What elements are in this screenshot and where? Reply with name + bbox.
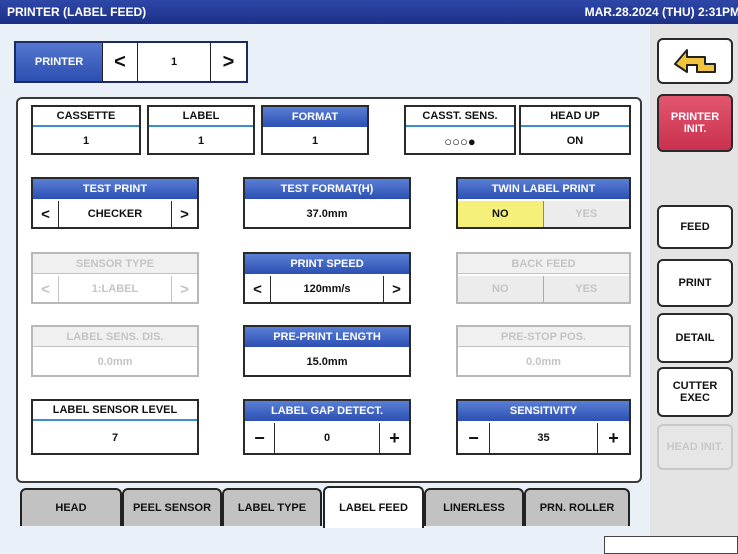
label-sensor-level-header: LABEL SENSOR LEVEL xyxy=(33,401,197,421)
format-value: 1 xyxy=(311,135,319,147)
back-feed-yes-button[interactable]: YES xyxy=(543,276,629,302)
cassette-value: 1 xyxy=(82,135,90,147)
feed-button[interactable]: FEED xyxy=(657,205,733,249)
sensitivity-plus-button[interactable]: + xyxy=(597,423,629,453)
test-format-header: TEST FORMAT(H) xyxy=(245,179,409,199)
tab-label-feed[interactable]: LABEL FEED xyxy=(323,486,424,528)
datetime: MAR.28.2024 (THU) 2:31PM xyxy=(584,5,738,19)
label-gap-plus-button[interactable]: + xyxy=(379,423,409,453)
sensitivity-header: SENSITIVITY xyxy=(458,401,629,421)
tab-linerless[interactable]: LINERLESS xyxy=(424,488,524,526)
sensitivity-field: SENSITIVITY − 35 + xyxy=(456,399,631,455)
print-speed-header: PRINT SPEED xyxy=(245,254,409,274)
pre-stop-pos-field: PRE-STOP POS. 0.0mm xyxy=(456,325,631,377)
back-button[interactable] xyxy=(657,38,733,84)
test-print-field: TEST PRINT < CHECKER > xyxy=(31,177,199,229)
sensitivity-minus-button[interactable]: − xyxy=(458,423,490,453)
back-feed-field: BACK FEED NO YES xyxy=(456,252,631,304)
printer-init-button[interactable]: PRINTER INIT. xyxy=(657,94,733,152)
tab-prn-roller[interactable]: PRN. ROLLER xyxy=(524,488,630,526)
test-format-field[interactable]: TEST FORMAT(H) 37.0mm xyxy=(243,177,411,229)
prev-printer-button[interactable]: < xyxy=(102,43,138,81)
twin-label-print-field: TWIN LABEL PRINT NO YES xyxy=(456,177,631,229)
printer-number: 1 xyxy=(170,56,178,68)
pre-print-length-header: PRE-PRINT LENGTH xyxy=(245,327,409,347)
sensor-type-field: SENSOR TYPE < 1:LABEL > xyxy=(31,252,199,304)
label-gap-detect-field: LABEL GAP DETECT. − 0 + xyxy=(243,399,411,455)
pre-stop-pos-header: PRE-STOP POS. xyxy=(458,327,629,347)
print-speed-value: 120mm/s xyxy=(303,283,351,295)
test-print-header: TEST PRINT xyxy=(33,179,197,199)
label-field: LABEL 1 xyxy=(147,105,255,155)
pre-print-length-value: 15.0mm xyxy=(306,356,348,368)
label-value: 1 xyxy=(197,135,205,147)
label-gap-detect-header: LABEL GAP DETECT. xyxy=(245,401,409,421)
test-print-next-button[interactable]: > xyxy=(171,201,197,227)
print-button[interactable]: PRINT xyxy=(657,259,733,307)
sensor-type-prev-button[interactable]: < xyxy=(33,276,59,302)
casst-sens-field: CASST. SENS. ○○○● xyxy=(404,105,516,155)
pre-print-length-field[interactable]: PRE-PRINT LENGTH 15.0mm xyxy=(243,325,411,377)
print-speed-next-button[interactable]: > xyxy=(383,276,409,302)
tab-label-type[interactable]: LABEL TYPE xyxy=(222,488,322,526)
sensor-type-value: 1:LABEL xyxy=(91,283,139,295)
print-speed-prev-button[interactable]: < xyxy=(245,276,271,302)
title-bar: PRINTER (LABEL FEED) MAR.28.2024 (THU) 2… xyxy=(0,0,738,24)
next-printer-button[interactable]: > xyxy=(210,43,246,81)
printer-label: PRINTER xyxy=(16,43,102,81)
twin-label-no-button[interactable]: NO xyxy=(458,201,544,227)
sensitivity-value: 35 xyxy=(537,432,550,444)
window-title: PRINTER (LABEL FEED) xyxy=(7,5,147,19)
format-header: FORMAT xyxy=(263,107,367,127)
cassette-field: CASSETTE 1 xyxy=(31,105,141,155)
tab-peel-sensor[interactable]: PEEL SENSOR xyxy=(122,488,222,526)
back-feed-header: BACK FEED xyxy=(458,254,629,274)
label-sens-dis-value: 0.0mm xyxy=(97,356,133,368)
label-sensor-level-field[interactable]: LABEL SENSOR LEVEL 7 xyxy=(31,399,199,455)
sensor-type-header: SENSOR TYPE xyxy=(33,254,197,274)
label-sens-dis-header: LABEL SENS. DIS. xyxy=(33,327,197,347)
tab-head[interactable]: HEAD xyxy=(20,488,122,526)
print-speed-field: PRINT SPEED < 120mm/s > xyxy=(243,252,411,304)
sensor-type-next-button[interactable]: > xyxy=(171,276,197,302)
head-init-button[interactable]: HEAD INIT. xyxy=(657,424,733,470)
test-format-value: 37.0mm xyxy=(306,208,348,220)
cutter-exec-button[interactable]: CUTTER EXEC xyxy=(657,367,733,417)
cassette-header: CASSETTE xyxy=(33,107,139,127)
test-print-prev-button[interactable]: < xyxy=(33,201,59,227)
test-print-value: CHECKER xyxy=(87,208,143,220)
casst-sens-header: CASST. SENS. xyxy=(406,107,514,127)
pre-stop-pos-value: 0.0mm xyxy=(526,356,561,368)
back-feed-no-button[interactable]: NO xyxy=(458,276,544,302)
head-up-header: HEAD UP xyxy=(521,107,629,127)
format-field[interactable]: FORMAT 1 xyxy=(261,105,369,155)
printer-selector: PRINTER < 1 > xyxy=(14,41,248,83)
detail-button[interactable]: DETAIL xyxy=(657,313,733,363)
label-sens-dis-field: LABEL SENS. DIS. 0.0mm xyxy=(31,325,199,377)
status-field xyxy=(604,536,738,554)
label-gap-detect-value: 0 xyxy=(323,432,331,444)
twin-label-print-header: TWIN LABEL PRINT xyxy=(458,179,629,199)
casst-sens-indicator: ○○○● xyxy=(444,133,476,149)
label-gap-minus-button[interactable]: − xyxy=(245,423,275,453)
return-arrow-icon xyxy=(674,49,716,73)
label-header: LABEL xyxy=(149,107,253,127)
head-up-field: HEAD UP ON xyxy=(519,105,631,155)
head-up-value: ON xyxy=(566,135,584,147)
twin-label-yes-button[interactable]: YES xyxy=(543,201,629,227)
label-sensor-level-value: 7 xyxy=(111,432,119,444)
